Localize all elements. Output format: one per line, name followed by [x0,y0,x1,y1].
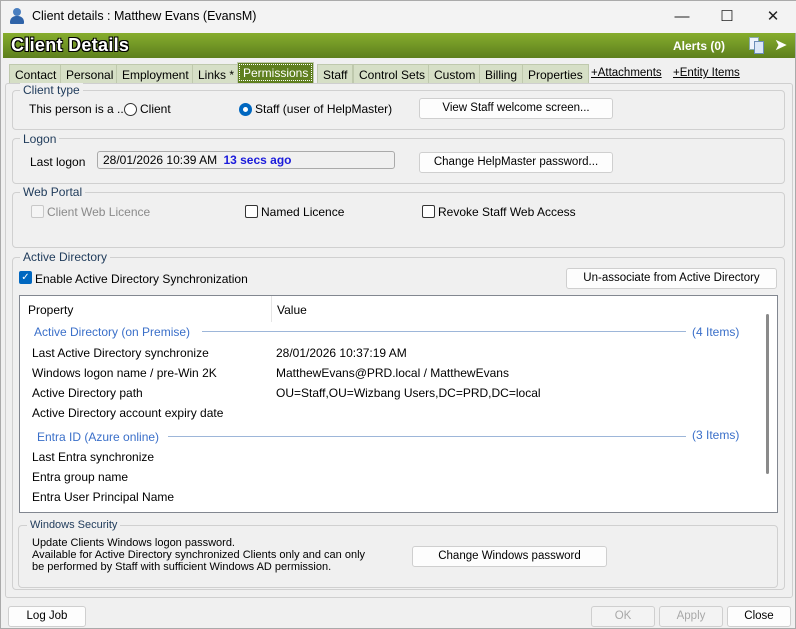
property-value: MatthewEvans@PRD.local / MatthewEvans [276,366,509,380]
view-staff-welcome-button[interactable]: View Staff welcome screen... [419,98,613,119]
property-name: Entra group name [32,470,129,484]
revoke-web-access-checkbox[interactable] [422,205,435,218]
windows-security-text-3: be performed by Staff with sufficient Wi… [32,561,332,573]
windows-security-label: Windows Security [27,519,121,531]
property-name: Windows logon name / pre-Win 2K [32,366,217,380]
close-button[interactable]: Close [727,606,791,627]
web-portal-group [12,192,785,248]
tab-custom[interactable]: Custom [428,64,482,83]
attachments-link[interactable]: +Attachments [591,67,662,79]
property-value: 28/01/2026 10:37:19 AM [276,346,407,360]
windows-security-text-2: Available for Active Directory synchroni… [32,549,366,561]
apply-button[interactable]: Apply [659,606,723,627]
ok-button[interactable]: OK [591,606,655,627]
maximize-button[interactable]: ☐ [707,5,747,29]
tab-billing[interactable]: Billing [479,64,524,83]
group-count-entra: (3 Items) [692,428,740,442]
user-icon [10,8,24,24]
logon-label: Logon [20,132,60,146]
change-password-button[interactable]: Change HelpMaster password... [419,152,613,173]
change-windows-password-button[interactable]: Change Windows password [412,546,607,567]
group-header-ad[interactable]: Active Directory (on Premise) [34,325,190,339]
minimize-button[interactable]: — [662,5,702,29]
log-job-button[interactable]: Log Job [8,606,86,627]
tab-contact[interactable]: Contact [9,64,63,83]
last-logon-ago: 13 secs ago [223,153,292,167]
tab-properties[interactable]: Properties [522,64,589,83]
tab-permissions[interactable]: Permissions [237,62,315,83]
tab-employment[interactable]: Employment [116,64,195,83]
close-window-button[interactable]: ✕ [753,5,793,29]
tab-staff[interactable]: Staff [317,64,354,83]
copy-icon[interactable] [749,37,765,54]
property-name: Entra User Principal Name [32,490,175,504]
property-value: OU=Staff,OU=Wizbang Users,DC=PRD,DC=loca… [276,386,541,400]
enable-ad-sync-label[interactable]: Enable Active Directory Synchronization [35,272,248,286]
group-header-entra[interactable]: Entra ID (Azure online) [37,430,159,444]
enable-ad-sync-checkbox[interactable]: ✓ [19,271,32,284]
column-header-property[interactable]: Property [28,303,73,317]
group-divider [202,331,686,332]
staff-radio-label[interactable]: Staff (user of HelpMaster) [255,102,392,116]
column-header-value[interactable]: Value [277,303,307,317]
property-name: Active Directory path [32,386,143,400]
property-name: Active Directory account expiry date [32,406,224,420]
unassociate-ad-button[interactable]: Un-associate from Active Directory [566,268,777,289]
pointer-icon[interactable]: ➤ [774,35,787,55]
last-logon-value: 28/01/2026 10:39 AM [103,153,218,167]
client-radio[interactable] [124,103,137,116]
last-logon-label: Last logon [30,155,86,169]
column-divider[interactable] [271,296,272,322]
last-logon-field: 28/01/2026 10:39 AM 13 secs ago [97,151,395,169]
property-name: Last Active Directory synchronize [32,346,209,360]
named-licence-checkbox[interactable] [245,205,258,218]
tab-links[interactable]: Links * [192,64,241,83]
scrollbar-thumb[interactable] [766,314,769,474]
revoke-web-access-label[interactable]: Revoke Staff Web Access [438,205,576,219]
entity-items-link[interactable]: +Entity Items [673,67,740,79]
group-divider [168,436,686,437]
staff-radio[interactable] [239,103,252,116]
client-type-label: Client type [20,83,83,97]
client-radio-label[interactable]: Client [140,102,171,116]
group-count-ad: (4 Items) [692,325,740,339]
tab-control-sets[interactable]: Control Sets [353,64,432,83]
client-web-licence-label: Client Web Licence [47,205,151,219]
header-bar: Client Details Alerts (0) ➤ [3,33,795,58]
windows-security-text-1: Update Clients Windows logon password. [32,537,235,549]
window-title: Client details : Matthew Evans (EvansM) [32,9,257,23]
property-name: Last Entra synchronize [32,450,155,464]
active-directory-label: Active Directory [20,250,111,264]
tab-personal[interactable]: Personal [60,64,120,83]
web-portal-label: Web Portal [20,185,86,199]
named-licence-label[interactable]: Named Licence [261,205,344,219]
client-web-licence-checkbox [31,205,44,218]
person-type-prompt: This person is a .. [29,102,124,116]
alerts-link[interactable]: Alerts (0) [673,39,725,53]
ad-properties-list[interactable]: Property Value Active Directory (on Prem… [19,295,778,513]
page-title: Client Details [11,35,130,55]
